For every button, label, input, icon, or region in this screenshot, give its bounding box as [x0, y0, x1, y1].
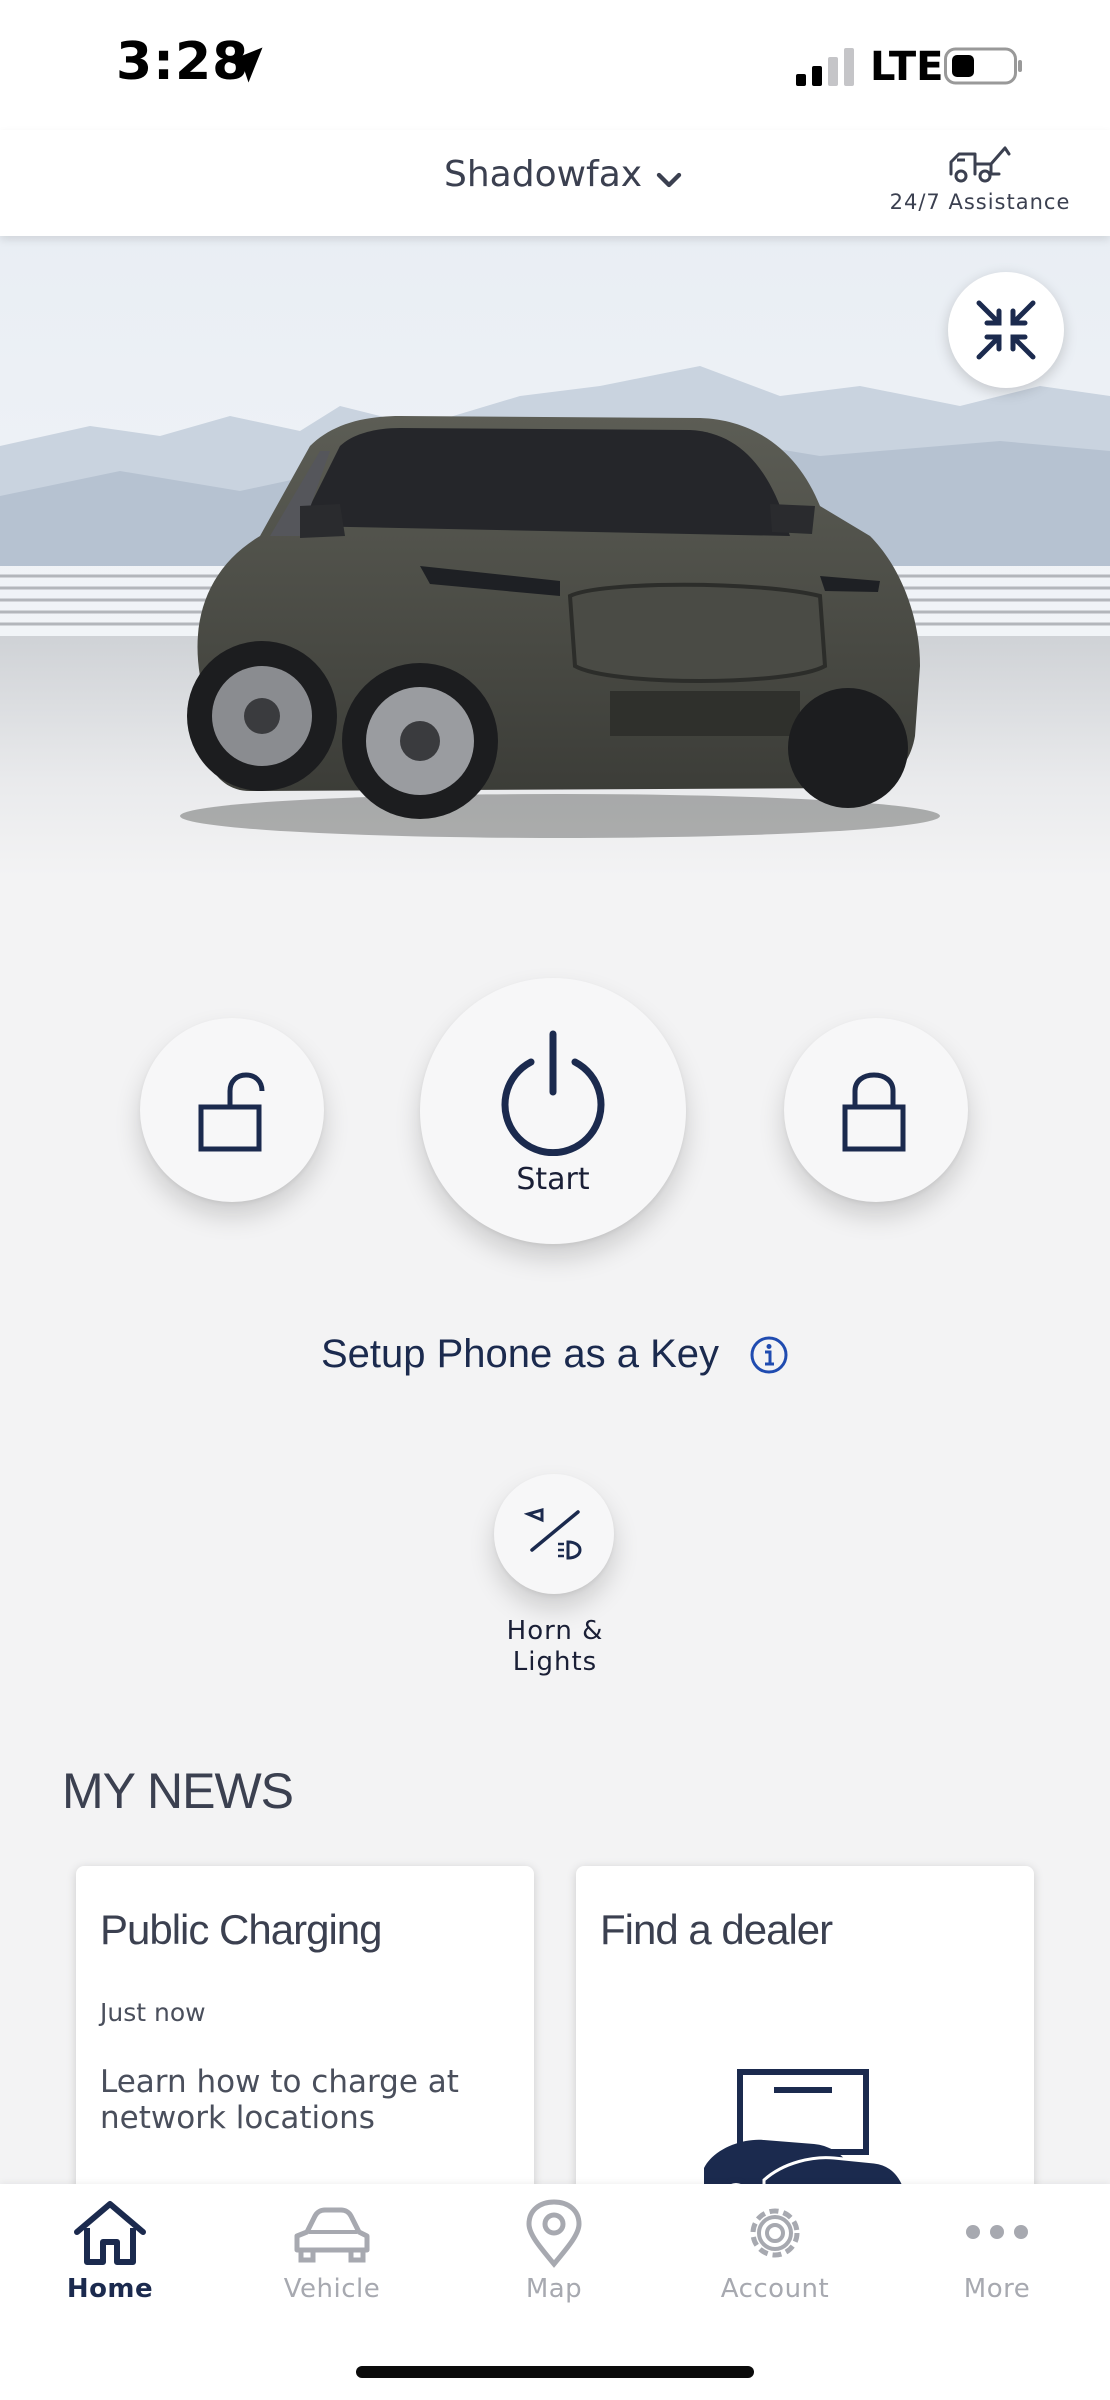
- roadside-assistance-button[interactable]: 24/7 Assistance: [880, 140, 1080, 230]
- tab-map[interactable]: Map: [479, 2198, 629, 2304]
- collapse-arrows-icon: [976, 300, 1036, 360]
- lock-button[interactable]: [784, 1018, 968, 1202]
- vehicle-name: Shadowfax: [444, 154, 643, 195]
- tab-home-label: Home: [66, 2274, 154, 2304]
- home-indicator[interactable]: [356, 2366, 754, 2378]
- news-section-heading: MY NEWS: [62, 1763, 294, 1819]
- news-card-public-charging[interactable]: Public Charging Just now Learn how to ch…: [76, 1866, 534, 2236]
- lock-icon: [842, 1072, 906, 1152]
- setup-phone-key-link[interactable]: Setup Phone as a Key: [321, 1332, 719, 1377]
- car-icon: [294, 2207, 370, 2263]
- assistance-label: 24/7 Assistance: [889, 190, 1071, 214]
- chevron-down-icon: [656, 172, 682, 187]
- horn-lights-icon: [524, 1508, 582, 1560]
- news-card-title: Find a dealer: [600, 1906, 833, 1953]
- news-card-timestamp: Just now: [100, 1998, 206, 2027]
- unlock-button[interactable]: [140, 1018, 324, 1202]
- tow-truck-icon: [949, 146, 1011, 183]
- tab-account-label: Account: [720, 2274, 830, 2304]
- cellular-signal-icon: [796, 48, 854, 86]
- horn-lights-label: Horn & Lights: [455, 1616, 655, 1678]
- setup-phone-key-row: Setup Phone as a Key: [0, 1332, 1110, 1377]
- remote-start-button[interactable]: Start: [420, 978, 686, 1244]
- vehicle-selector[interactable]: Shadowfax: [444, 154, 684, 195]
- home-icon: [74, 2201, 146, 2265]
- tab-more[interactable]: More: [922, 2198, 1072, 2304]
- tab-account[interactable]: Account: [700, 2198, 850, 2304]
- gear-icon: [750, 2208, 800, 2258]
- news-card-find-dealer[interactable]: Find a dealer: [576, 1866, 1034, 2236]
- tab-vehicle-label: Vehicle: [283, 2274, 381, 2304]
- unlock-icon: [198, 1072, 265, 1152]
- tab-home[interactable]: Home: [35, 2198, 185, 2304]
- horn-lights-label-text: Horn & Lights: [506, 1616, 604, 1677]
- vehicle-illustration: [0, 236, 1110, 876]
- news-card-description: Learn how to charge at network locations: [100, 2064, 459, 2136]
- info-icon[interactable]: [749, 1335, 789, 1375]
- collapse-view-button[interactable]: [948, 272, 1064, 388]
- location-arrow-icon: [227, 47, 263, 83]
- tab-vehicle[interactable]: Vehicle: [257, 2198, 407, 2304]
- tab-more-label: More: [963, 2274, 1031, 2304]
- horn-lights-button[interactable]: [494, 1474, 614, 1594]
- map-pin-icon: [526, 2199, 582, 2268]
- power-icon: [501, 1030, 605, 1156]
- more-dots-icon: [966, 2225, 1028, 2239]
- vehicle-hero-image: [0, 236, 1110, 876]
- app-header: Shadowfax 24/7 Assistance: [0, 130, 1110, 236]
- start-label: Start: [516, 1161, 590, 1197]
- network-type: LTE: [870, 44, 944, 90]
- battery-icon: [944, 47, 1022, 85]
- news-card-title: Public Charging: [100, 1906, 383, 1953]
- tab-map-label: Map: [525, 2274, 583, 2304]
